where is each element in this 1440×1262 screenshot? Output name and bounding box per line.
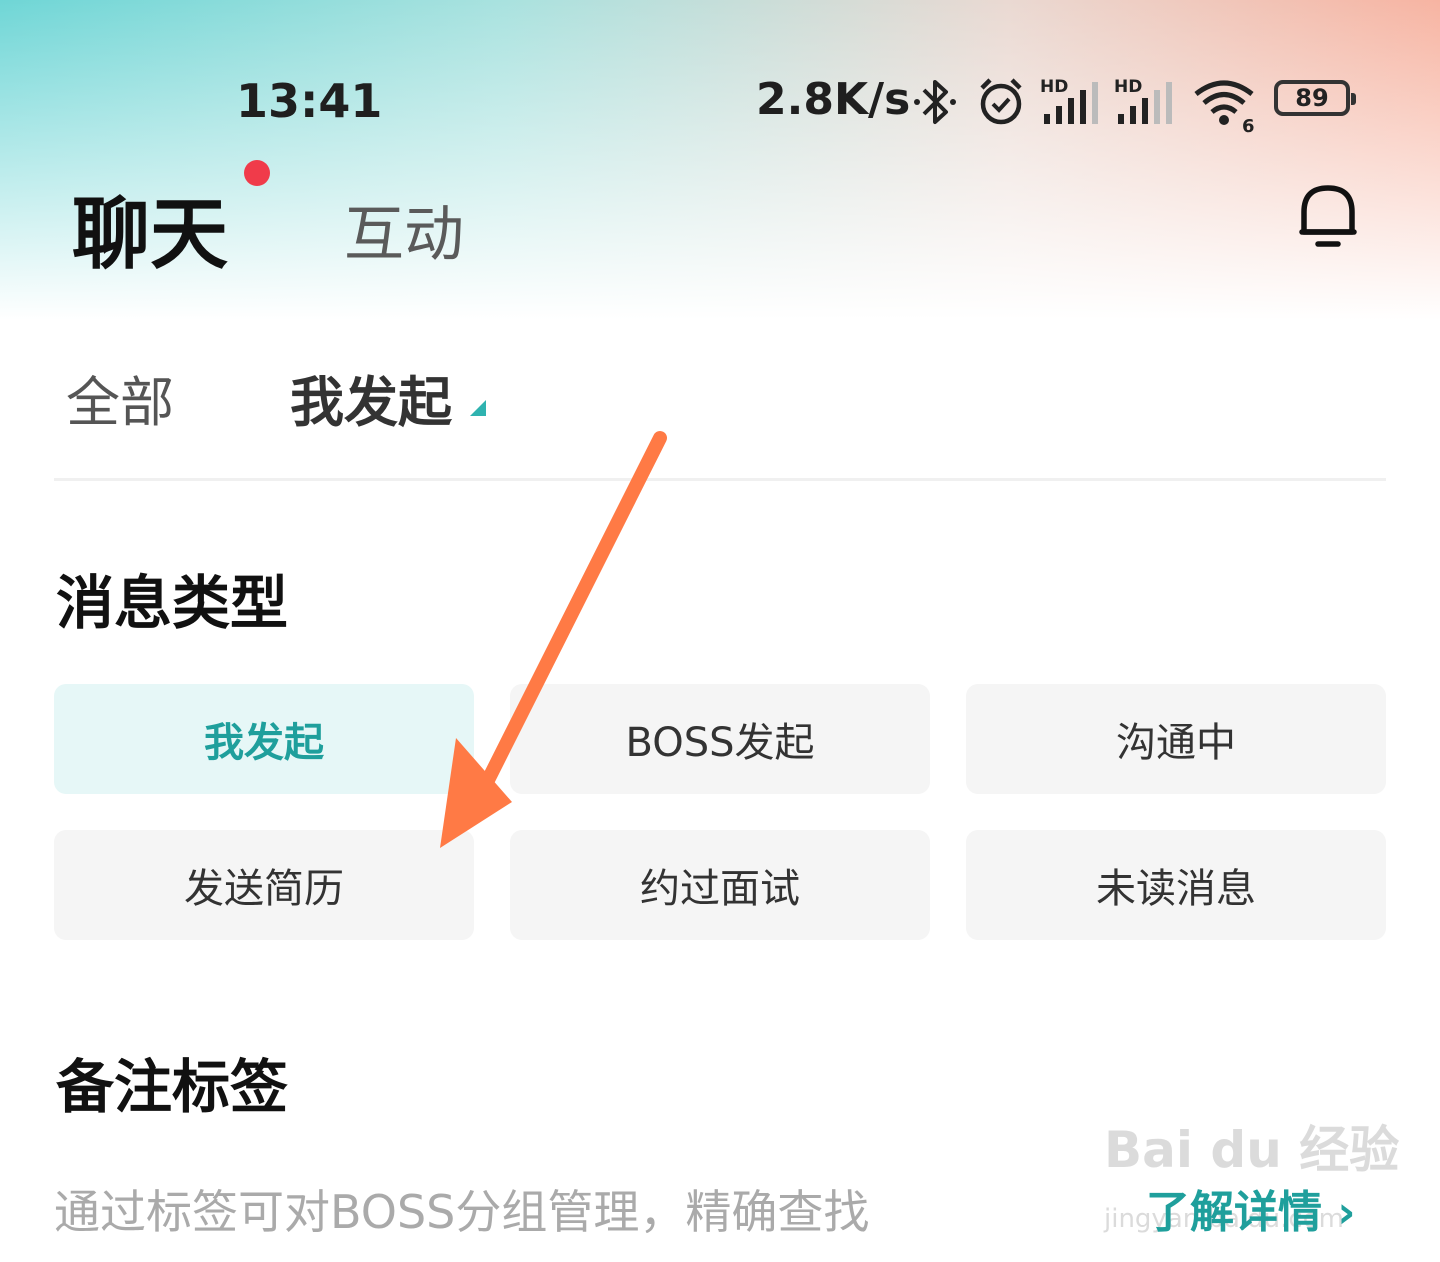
chip-initiated-by-boss[interactable]: BOSS发起: [510, 684, 930, 794]
message-types-title: 消息类型: [56, 569, 289, 637]
status-time: 13:41: [236, 74, 383, 128]
chevron-right-icon: ›: [1337, 1187, 1356, 1238]
chip-initiated-by-me[interactable]: 我发起: [54, 684, 474, 794]
unread-dot: [244, 160, 270, 186]
alarm-icon: [980, 78, 1022, 125]
signal-icon: HD: [1114, 77, 1172, 124]
chip-interviewed[interactable]: 约过面试: [510, 830, 930, 940]
learn-more-label: 了解详情: [1146, 1187, 1322, 1238]
chip-label: 未读消息: [1096, 866, 1256, 912]
svg-text:6: 6: [1242, 116, 1255, 134]
filter-tab-all[interactable]: 全部: [66, 358, 174, 437]
chip-label: 沟通中: [1116, 720, 1236, 766]
signal-icon: HD: [1040, 77, 1098, 124]
network-speed: 2.8K/s: [756, 74, 911, 125]
svg-text:HD: HD: [1114, 77, 1142, 97]
chip-in-communication[interactable]: 沟通中: [966, 684, 1386, 794]
divider: [54, 478, 1386, 481]
svg-text:HD: HD: [1040, 77, 1068, 97]
note-tags-hint: 通过标签可对BOSS分组管理，精确查找: [54, 1185, 870, 1239]
battery-level: 89: [1295, 84, 1329, 112]
chip-label: 我发起: [204, 720, 324, 766]
chip-resume-sent[interactable]: 发送简历: [54, 830, 474, 940]
chip-label: 发送简历: [184, 866, 344, 912]
tab-chat[interactable]: 聊天: [72, 172, 228, 284]
chip-label: BOSS发起: [625, 720, 815, 766]
wifi-icon: 6: [1194, 80, 1255, 134]
chip-label: 约过面试: [640, 866, 800, 912]
watermark-logo: Bai du 经验: [1104, 1121, 1400, 1179]
learn-more-link[interactable]: 了解详情 ›: [1146, 1176, 1355, 1240]
tab-interaction[interactable]: 互动: [344, 186, 464, 273]
dropdown-indicator-icon: [470, 400, 486, 416]
chip-unread[interactable]: 未读消息: [966, 830, 1386, 940]
note-tags-title: 备注标签: [56, 1053, 289, 1121]
bluetooth-icon: [914, 80, 956, 124]
battery-icon: 89: [1274, 80, 1356, 116]
status-bar: 13:41 2.8K/s HD HD 6 89: [0, 62, 1440, 142]
bell-icon[interactable]: [1296, 182, 1360, 252]
filter-tab-mine[interactable]: 我发起: [290, 358, 452, 437]
